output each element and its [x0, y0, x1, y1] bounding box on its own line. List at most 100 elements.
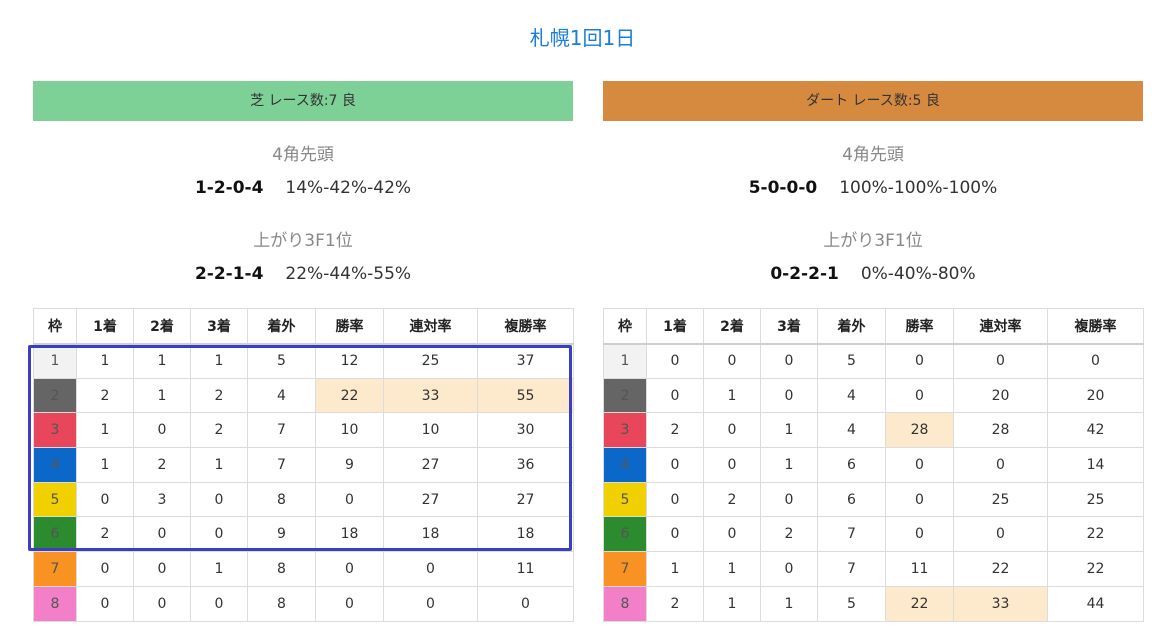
turf-stat2-rates: 22%-44%-55%: [285, 264, 412, 284]
table-cell: 2: [646, 585, 704, 622]
table-cell: 0: [133, 412, 191, 449]
waku-cell: 5: [33, 481, 77, 518]
column-header: 枠: [603, 308, 647, 345]
table-cell: 5: [247, 343, 316, 379]
table-cell: 0: [885, 447, 954, 483]
table-row: 7 1 1 0 7 11 22 22: [603, 551, 1144, 587]
waku-cell: 4: [33, 447, 77, 483]
table-cell: 0: [315, 481, 384, 518]
column-header: 連対率: [383, 308, 478, 345]
table-cell: 12: [315, 343, 384, 379]
waku-cell: 6: [33, 516, 77, 553]
turf-banner: 芝 レース数:7 良: [33, 81, 573, 121]
turf-panel: 芝 レース数:7 良 4角先頭 1-2-0-4 14%-42%-42% 上がり3F…: [33, 81, 574, 622]
table-cell: 0: [953, 447, 1048, 483]
table-header-row: 枠 1着 2着 3着 着外 勝率 連対率 複勝率: [33, 308, 574, 345]
table-cell: 0: [383, 551, 478, 587]
table-cell: 1: [760, 585, 818, 622]
table-row: 5 0 2 0 6 0 25 25: [603, 481, 1144, 518]
table-cell: 4: [817, 412, 886, 449]
table-cell: 0: [190, 585, 248, 622]
table-cell: 2: [646, 412, 704, 449]
dirt-stat2-pattern: 0-2-2-1: [770, 264, 839, 284]
column-header: 2着: [133, 308, 191, 345]
column-header: 着外: [247, 308, 316, 345]
waku-cell: 4: [603, 447, 647, 483]
dirt-stat2-label: 上がり3F1位: [823, 231, 923, 251]
table-cell: 0: [133, 585, 191, 622]
table-cell: 1: [76, 412, 134, 449]
table-cell: 0: [885, 377, 954, 414]
table-cell: 0: [760, 377, 818, 414]
table-cell: 27: [477, 481, 574, 518]
page-title: 札幌1回1日: [529, 26, 636, 50]
table-cell: 0: [190, 481, 248, 518]
waku-cell: 2: [603, 377, 647, 414]
waku-cell: 1: [603, 343, 647, 379]
turf-stat2-pattern: 2-2-1-4: [194, 264, 264, 284]
table-cell: 0: [315, 551, 384, 587]
table-cell: 2: [703, 481, 761, 518]
table-cell: 0: [885, 481, 954, 518]
column-header: 勝率: [885, 308, 954, 345]
dirt-stat1-label: 4角先頭: [842, 145, 904, 165]
column-header: 3着: [760, 308, 818, 345]
waku-cell: 3: [603, 412, 647, 449]
table-cell: 1: [760, 447, 818, 483]
waku-cell: 8: [603, 585, 647, 622]
table-cell: 18: [477, 516, 574, 553]
table-cell: 1: [703, 377, 761, 414]
table-cell: 18: [383, 516, 478, 553]
table-cell: 25: [1047, 481, 1144, 518]
table-cell: 33: [383, 377, 478, 414]
table-cell: 0: [646, 481, 704, 518]
table-cell: 22: [315, 377, 384, 414]
table-cell: 27: [383, 481, 478, 518]
table-cell: 7: [247, 447, 316, 483]
column-header: 複勝率: [477, 308, 574, 345]
table-cell: 0: [133, 516, 191, 553]
table-cell: 22: [1047, 551, 1144, 587]
table-cell: 7: [247, 412, 316, 449]
table-cell: 0: [953, 343, 1048, 379]
table-cell: 0: [646, 377, 704, 414]
table-row: 5 0 3 0 8 0 27 27: [33, 481, 574, 518]
column-header: 勝率: [315, 308, 384, 345]
table-cell: 5: [817, 585, 886, 622]
table-row: 2 0 1 0 4 0 20 20: [603, 377, 1144, 414]
table-cell: 1: [190, 447, 248, 483]
table-row: 6 2 0 0 9 18 18 18: [33, 516, 574, 553]
table-cell: 8: [247, 551, 316, 587]
table-row: 3 1 0 2 7 10 10 30: [33, 412, 574, 449]
table-cell: 27: [383, 447, 478, 483]
table-cell: 33: [953, 585, 1048, 622]
table-cell: 1: [76, 343, 134, 379]
table-cell: 0: [646, 447, 704, 483]
table-cell: 10: [383, 412, 478, 449]
table-cell: 14: [1047, 447, 1144, 483]
table-cell: 0: [760, 551, 818, 587]
table-cell: 0: [703, 447, 761, 483]
table-cell: 11: [885, 551, 954, 587]
table-row: 1 1 1 1 5 12 25 37: [33, 343, 574, 379]
table-cell: 20: [953, 377, 1048, 414]
table-cell: 9: [315, 447, 384, 483]
dirt-stats-table: 枠 1着 2着 3着 着外 勝率 連対率 複勝率 1 0 0 0 5 0 0 0 2 0 1 0 4 0 20 20 3 2 0 1…: [603, 308, 1144, 622]
waku-cell: 1: [33, 343, 77, 379]
column-header: 連対率: [953, 308, 1048, 345]
table-cell: 6: [817, 447, 886, 483]
table-cell: 0: [76, 551, 134, 587]
table-cell: 0: [76, 481, 134, 518]
table-cell: 22: [1047, 516, 1144, 553]
dirt-stat1-line: 5-0-0-0 100%-100%-100%: [603, 178, 1143, 198]
table-cell: 2: [190, 377, 248, 414]
dirt-stat1-pattern: 5-0-0-0: [748, 178, 818, 198]
table-cell: 0: [477, 585, 574, 622]
table-cell: 30: [477, 412, 574, 449]
table-row: 8 2 1 1 5 22 33 44: [603, 585, 1144, 622]
table-cell: 0: [703, 343, 761, 379]
table-cell: 1: [703, 585, 761, 622]
table-cell: 1: [133, 377, 191, 414]
waku-cell: 5: [603, 481, 647, 518]
dirt-stat1-rates: 100%-100%-100%: [839, 178, 998, 198]
